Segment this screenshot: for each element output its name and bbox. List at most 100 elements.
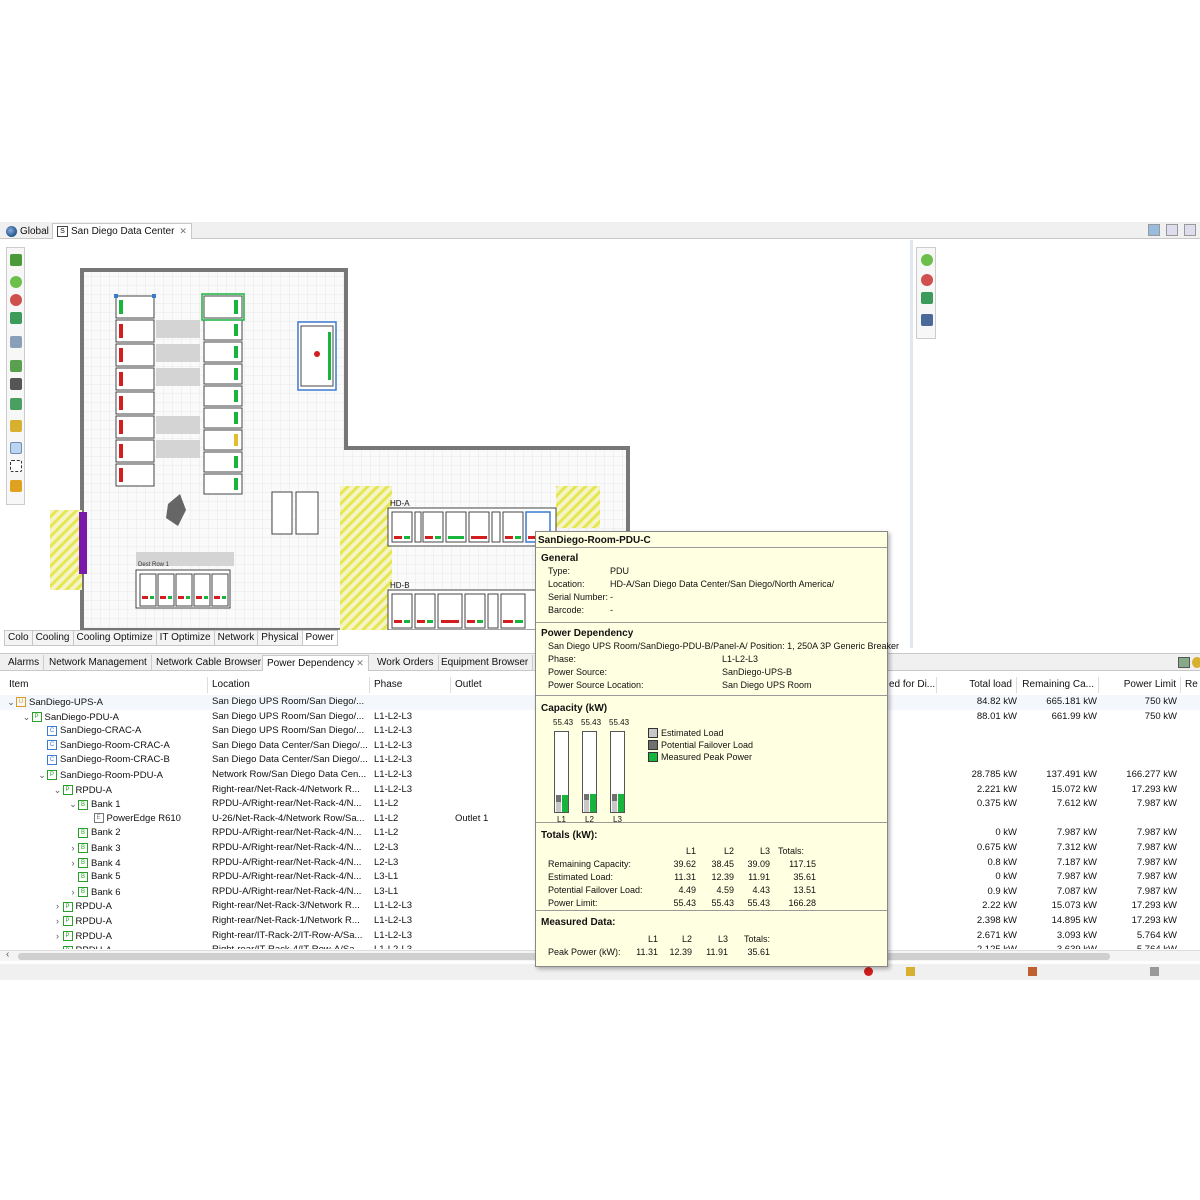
expand-chevron-icon[interactable]: ›	[68, 885, 78, 900]
legend-label: Potential Failover Load	[661, 740, 754, 750]
item-cell[interactable]: › B Bank 3	[68, 841, 206, 856]
item-cell[interactable]: ⌄ P SanDiego-PDU-A	[22, 710, 207, 725]
tab-global[interactable]: Global	[2, 223, 53, 239]
expand-chevron-icon[interactable]: ›	[53, 943, 63, 949]
settings-gear-icon[interactable]	[1192, 657, 1200, 668]
outlet-cell	[455, 826, 533, 841]
tab-alarms[interactable]: Alarms	[4, 655, 45, 671]
warning-icon[interactable]	[906, 967, 915, 976]
marquee-select-icon[interactable]	[10, 460, 22, 472]
pane-divider[interactable]	[910, 240, 913, 648]
expand-chevron-icon[interactable]: ›	[53, 899, 63, 914]
scroll-left-icon[interactable]: ‹	[6, 949, 9, 960]
back-arrow-icon[interactable]	[10, 254, 22, 266]
item-name: PowerEdge R610	[106, 812, 181, 824]
item-cell[interactable]: ›PRPDU-A	[53, 929, 207, 944]
item-cell[interactable]: › B Bank 6	[68, 885, 206, 900]
view-tab-cooling-optimize[interactable]: Cooling Optimize	[73, 630, 157, 646]
item-name: RPDU-A	[75, 930, 112, 942]
column-header-extra[interactable]: Re	[1181, 677, 1200, 693]
close-icon[interactable]: ✕	[179, 226, 187, 237]
copy-icon[interactable]	[10, 378, 22, 390]
rack-view-icon[interactable]	[921, 314, 933, 326]
layers-icon[interactable]	[10, 336, 22, 348]
ruler-icon[interactable]	[10, 480, 22, 492]
column-header-power-limit[interactable]: Power Limit	[1099, 677, 1181, 693]
item-cell[interactable]: B Bank 5	[68, 870, 206, 885]
tab-site[interactable]: S San Diego Data Center ✕	[52, 223, 192, 239]
item-cell[interactable]: B Bank 2	[68, 826, 206, 841]
view-tab-power[interactable]: Power	[302, 630, 338, 646]
expand-chevron-icon[interactable]: ⌄	[37, 768, 47, 783]
item-cell[interactable]: ⌄ U SanDiego-UPS-A	[6, 695, 206, 710]
minimize-panel-icon[interactable]	[1178, 657, 1190, 668]
tab-power-dependency[interactable]: Power Dependency ✕	[262, 655, 369, 671]
measured-column-header: L1	[647, 934, 658, 944]
column-header-total-load[interactable]: Total load	[937, 677, 1017, 693]
item-cell[interactable]: ⌄ P RPDU-A	[53, 783, 207, 798]
fit-view-icon[interactable]	[10, 312, 22, 324]
close-icon[interactable]: ✕	[356, 658, 364, 668]
measured-column-header: Totals:	[743, 934, 770, 944]
tree-view-icon[interactable]	[1184, 224, 1196, 236]
measured-value: 11.31	[636, 947, 658, 957]
phase-cell: L3-L1	[374, 885, 399, 897]
zoom-out-icon[interactable]	[921, 274, 933, 286]
fit-view-icon[interactable]	[921, 292, 933, 304]
zoom-in-icon[interactable]	[10, 276, 22, 288]
totals-value: 4.43	[752, 885, 770, 895]
expand-chevron-icon[interactable]: ⌄	[68, 797, 78, 812]
application-window: Global S San Diego Data Center ✕ HD-A HD…	[0, 222, 1200, 982]
column-header-phase[interactable]: Phase	[370, 677, 451, 693]
expand-chevron-icon[interactable]: ›	[53, 914, 63, 929]
item-cell[interactable]: E PowerEdge R610	[84, 812, 207, 827]
expand-chevron-icon[interactable]: ⌄	[22, 710, 32, 725]
view-tab-colo[interactable]: Colo	[4, 630, 33, 646]
column-header-item[interactable]: Item	[5, 677, 208, 693]
item-cell[interactable]: ›PRPDU-A	[53, 943, 207, 949]
column-header-location[interactable]: Location	[208, 677, 370, 693]
item-cell[interactable]: C SanDiego-CRAC-A	[37, 724, 206, 739]
expand-chevron-icon[interactable]: ›	[53, 929, 63, 944]
column-header-needed[interactable]: ed for Di...	[885, 677, 937, 693]
item-cell[interactable]: ⌄ P SanDiego-Room-PDU-A	[37, 768, 206, 783]
expand-chevron-icon[interactable]: ⌄	[53, 783, 63, 798]
zoom-out-icon[interactable]	[10, 294, 22, 306]
expand-chevron-icon[interactable]: ›	[68, 841, 78, 856]
clipboard-icon[interactable]	[10, 398, 22, 410]
view-tab-cooling[interactable]: Cooling	[32, 630, 74, 646]
outlet-cell: Outlet 1	[455, 812, 489, 824]
item-cell[interactable]: C SanDiego-Room-CRAC-A	[37, 739, 206, 754]
zoom-in-icon[interactable]	[921, 254, 933, 266]
item-cell[interactable]: ⌄ B Bank 1	[68, 797, 206, 812]
list-view-icon[interactable]	[1166, 224, 1178, 236]
select-pointer-icon[interactable]	[10, 442, 22, 454]
item-cell[interactable]: C SanDiego-Room-CRAC-B	[37, 753, 206, 768]
phase-cell: L1-L2-L3	[374, 769, 413, 780]
peak-power-fill	[618, 794, 624, 812]
alarm-icon[interactable]	[864, 967, 873, 976]
rack-row-hd-b	[387, 589, 557, 630]
remaining-cell	[1017, 739, 1097, 754]
user-icon[interactable]	[1028, 967, 1037, 976]
grid-icon[interactable]	[10, 360, 22, 372]
column-header-outlet[interactable]: Outlet	[451, 677, 537, 693]
tab-work-orders[interactable]: Work Orders	[373, 655, 439, 671]
total-load-cell: 0 kW	[995, 827, 1017, 839]
tab-network-management[interactable]: Network Management	[45, 655, 152, 671]
expand-chevron-icon[interactable]: ⌄	[6, 695, 16, 710]
tab-equipment-browser[interactable]: Equipment Browser	[437, 655, 534, 671]
item-cell[interactable]: ›PRPDU-A	[53, 899, 207, 914]
expand-chevron-icon[interactable]: ›	[68, 856, 78, 871]
lock-icon[interactable]	[10, 420, 22, 432]
item-cell[interactable]: › B Bank 4	[68, 856, 206, 871]
location-cell: San Diego Data Center/San Diego/...	[212, 739, 368, 751]
view-tab-physical[interactable]: Physical	[258, 630, 303, 646]
item-cell[interactable]: ›PRPDU-A	[53, 914, 207, 929]
view-tab-network[interactable]: Network	[214, 630, 259, 646]
location-cell: RPDU-A/Right-rear/Net-Rack-4/N...	[212, 842, 362, 853]
tab-network-cable-browser[interactable]: Network Cable Browser	[152, 655, 267, 671]
column-header-remaining[interactable]: Remaining Ca...	[1017, 677, 1099, 693]
view-tab-it-optimize[interactable]: IT Optimize	[156, 630, 215, 646]
split-view-icon[interactable]	[1148, 224, 1160, 236]
